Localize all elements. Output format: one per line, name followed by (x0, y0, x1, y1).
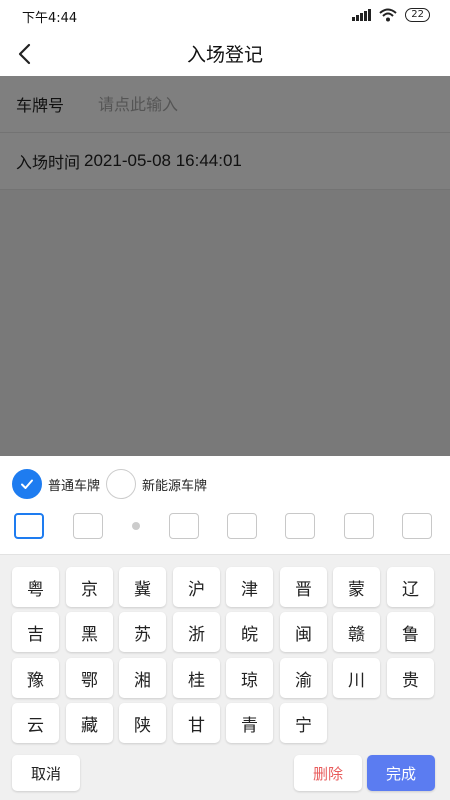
status-bar: 下午4:44 22 (0, 0, 450, 30)
key-province[interactable]: 黑 (66, 612, 113, 652)
delete-button[interactable]: 删除 (294, 755, 362, 791)
key-province[interactable]: 苏 (119, 612, 166, 652)
key-province[interactable]: 蒙 (333, 567, 380, 607)
key-province[interactable]: 甘 (173, 703, 220, 743)
key-province[interactable]: 鲁 (387, 612, 434, 652)
plate-slot-6[interactable] (344, 513, 374, 539)
plate-character-slots (14, 513, 434, 543)
status-icons: 22 (352, 8, 430, 22)
standard-plate-label: 普通车牌 (48, 478, 101, 494)
key-province[interactable]: 吉 (12, 612, 59, 652)
cancel-button[interactable]: 取消 (12, 755, 80, 791)
key-province[interactable]: 云 (12, 703, 59, 743)
province-keyboard: 粤 京 冀 沪 津 晋 蒙 辽 吉 黑 苏 浙 皖 闽 赣 鲁 豫 鄂 湘 桂 … (0, 554, 450, 800)
key-province[interactable]: 粤 (12, 567, 59, 607)
new-energy-plate-radio[interactable] (106, 469, 137, 499)
key-province[interactable]: 津 (226, 567, 273, 607)
key-province[interactable]: 皖 (226, 612, 273, 652)
key-province[interactable]: 豫 (12, 658, 59, 698)
key-province[interactable]: 琼 (226, 658, 273, 698)
plate-type-selector: 普通车牌 新能源车牌 (12, 469, 213, 499)
key-province[interactable]: 桂 (173, 658, 220, 698)
standard-plate-radio[interactable] (12, 469, 42, 499)
key-province[interactable]: 闽 (280, 612, 327, 652)
plate-slot-4[interactable] (227, 513, 257, 539)
key-province[interactable]: 晋 (280, 567, 327, 607)
key-province[interactable]: 京 (66, 567, 113, 607)
key-province[interactable]: 渝 (280, 658, 327, 698)
key-province[interactable]: 川 (333, 658, 380, 698)
key-province[interactable]: 青 (226, 703, 273, 743)
new-energy-plate-label: 新能源车牌 (142, 478, 208, 494)
app-header: 入场登记 (0, 30, 450, 76)
key-province[interactable]: 贵 (387, 658, 434, 698)
plate-slot-5[interactable] (285, 513, 315, 539)
key-province[interactable]: 鄂 (66, 658, 113, 698)
key-province[interactable]: 辽 (387, 567, 434, 607)
done-button[interactable]: 完成 (367, 755, 435, 791)
checkmark-icon (21, 479, 33, 489)
plate-keyboard-panel: 普通车牌 新能源车牌 粤 京 冀 沪 津 晋 蒙 辽 吉 黑 苏 浙 皖 闽 赣… (0, 456, 450, 800)
key-province[interactable]: 湘 (119, 658, 166, 698)
page-title: 入场登记 (186, 44, 263, 66)
key-province[interactable]: 沪 (173, 567, 220, 607)
plate-slot-2[interactable] (73, 513, 103, 539)
plate-slot-7[interactable] (402, 513, 432, 539)
modal-overlay[interactable] (0, 76, 450, 456)
status-time: 下午4:44 (22, 11, 78, 26)
plate-slot-3[interactable] (169, 513, 199, 539)
wifi-icon (379, 8, 397, 22)
signal-icon (352, 9, 372, 21)
key-province[interactable]: 浙 (173, 612, 220, 652)
key-province[interactable]: 藏 (66, 703, 113, 743)
key-province[interactable]: 赣 (333, 612, 380, 652)
plate-slot-1[interactable] (14, 513, 44, 539)
key-province[interactable]: 冀 (119, 567, 166, 607)
separator-dot (132, 522, 140, 530)
key-province[interactable]: 陕 (119, 703, 166, 743)
key-province[interactable]: 宁 (280, 703, 327, 743)
battery-icon: 22 (405, 8, 430, 22)
